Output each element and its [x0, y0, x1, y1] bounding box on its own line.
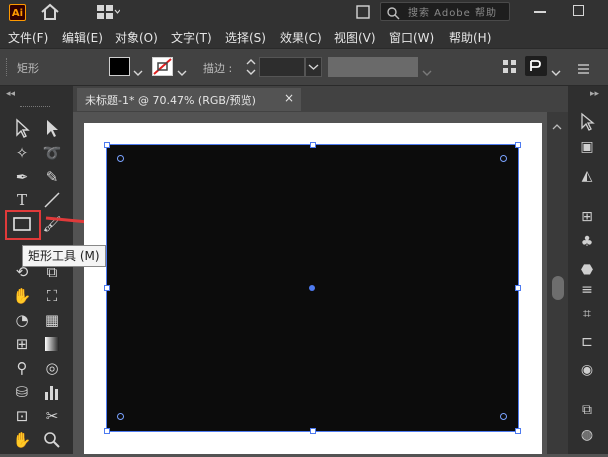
corner-radius-widget-top-left[interactable] [117, 155, 124, 162]
shape-builder-tool-icon[interactable]: ◔ [11, 309, 33, 331]
illustrator-logo: Ai [9, 4, 26, 21]
variable-width-profile-dropdown[interactable] [328, 57, 418, 77]
panel-grip [20, 106, 50, 107]
menu-help[interactable]: 帮助(H) [449, 29, 491, 46]
panel-menu-icon[interactable] [575, 60, 589, 74]
symbol-sprayer-tool-icon[interactable]: ⛁ [11, 381, 33, 403]
bbox-handle-top-center[interactable] [310, 142, 316, 148]
column-graph-tool-icon[interactable] [41, 381, 63, 403]
bbox-handle-bottom-left[interactable] [104, 428, 110, 434]
direct-selection-tool-icon[interactable] [41, 117, 63, 139]
pathfinder-panel-icon[interactable]: ◉ [577, 360, 597, 380]
brushes-panel-icon[interactable]: ♣ [577, 232, 597, 252]
close-tab-icon[interactable]: × [284, 91, 294, 105]
fill-color-swatch[interactable] [109, 57, 130, 76]
corner-radius-widget-bottom-left[interactable] [117, 413, 124, 420]
share-icon[interactable] [355, 4, 371, 20]
arrange-grid-icon[interactable] [503, 59, 517, 73]
mesh-tool-icon[interactable]: ⊞ [11, 333, 33, 355]
menu-view[interactable]: 视图(V) [334, 29, 376, 46]
collapse-panel-icon[interactable]: ◂◂ [6, 89, 15, 99]
symbols-panel-icon[interactable]: ⬣ [577, 260, 597, 280]
hand-tool-icon[interactable]: ✋ [11, 429, 33, 451]
artboard-tool-icon[interactable]: ⊡ [11, 405, 33, 427]
transform-panel-icon[interactable]: ⌗ [577, 304, 597, 324]
properties-panel-icon[interactable] [525, 56, 547, 76]
gradient-tool-icon[interactable] [41, 333, 63, 355]
menu-edit[interactable]: 编辑(E) [62, 29, 103, 46]
fill-dropdown-chevron-icon[interactable] [133, 62, 143, 76]
libraries-panel-icon[interactable]: ▣ [577, 137, 597, 157]
curvature-tool-icon[interactable]: ✎ [41, 166, 63, 188]
menu-file[interactable]: 文件(F) [8, 29, 48, 46]
blend-tool-icon[interactable]: ◎ [41, 357, 63, 379]
corner-radius-widget-bottom-right[interactable] [500, 413, 507, 420]
menu-type[interactable]: 文字(T) [171, 29, 212, 46]
corner-radius-widget-top-right[interactable] [500, 155, 507, 162]
free-transform-tool-icon[interactable]: ⛶ [41, 285, 63, 307]
profile-chevron-icon[interactable] [422, 62, 432, 76]
control-bar-grip [6, 58, 9, 76]
bbox-handle-top-left[interactable] [104, 142, 110, 148]
stroke-dropdown-chevron-icon[interactable] [177, 62, 187, 76]
help-search-placeholder: 搜索 Adobe 帮助 [408, 8, 497, 19]
properties-panel-icon[interactable] [577, 111, 597, 131]
type-tool-icon[interactable]: T [11, 189, 33, 211]
minimize-icon[interactable] [534, 11, 546, 13]
center-point[interactable] [309, 285, 315, 291]
expand-panels-icon[interactable]: ▸▸ [590, 89, 599, 99]
stroke-none-swatch[interactable] [152, 57, 173, 76]
line-segment-tool-icon[interactable] [41, 189, 63, 211]
bbox-handle-bottom-right[interactable] [515, 428, 521, 434]
menu-window[interactable]: 窗口(W) [389, 29, 434, 46]
bbox-handle-top-right[interactable] [515, 142, 521, 148]
warp-tool-icon[interactable]: ✋ [11, 285, 33, 307]
stroke-weight-input[interactable] [259, 57, 305, 77]
bbox-handle-middle-right[interactable] [515, 285, 521, 291]
scrollbar-thumb[interactable] [552, 276, 564, 300]
eyedropper-tool-icon[interactable]: ⚲ [11, 357, 33, 379]
perspective-grid-tool-icon[interactable]: ▦ [41, 309, 63, 331]
rectangle-tool-highlight [5, 210, 41, 240]
search-icon [386, 5, 400, 20]
bbox-handle-middle-left[interactable] [104, 285, 110, 291]
bbox-handle-bottom-center[interactable] [310, 428, 316, 434]
scroll-up-icon[interactable] [552, 116, 562, 130]
menu-select[interactable]: 选择(S) [225, 29, 266, 46]
zoom-tool-icon[interactable] [41, 429, 63, 451]
align-panel-icon[interactable]: ⊏ [577, 332, 597, 352]
layers-panel-icon[interactable]: ⧉ [577, 400, 597, 420]
slice-tool-icon[interactable]: ✂ [41, 405, 63, 427]
layout-grid-icon[interactable] [96, 4, 121, 20]
magic-wand-tool-icon[interactable]: ✧ [11, 142, 33, 164]
menu-effect[interactable]: 效果(C) [280, 29, 322, 46]
document-tab-title: 未标题-1* @ 70.47% (RGB/预览) [85, 94, 256, 107]
stroke-weight-stepper[interactable] [244, 57, 258, 77]
shape-type-label: 矩形 [17, 62, 39, 75]
pen-tool-icon[interactable]: ✒ [11, 166, 33, 188]
stroke-label: 描边 : [203, 62, 233, 75]
restore-icon[interactable] [573, 5, 584, 16]
swatches-panel-icon[interactable]: ⊞ [577, 207, 597, 227]
appearance-panel-icon[interactable]: ◭ [577, 166, 597, 186]
selection-tool-icon[interactable] [11, 117, 33, 139]
artboards-panel-icon[interactable]: ◍ [577, 425, 597, 445]
stroke-panel-icon[interactable]: ≡ [577, 280, 597, 300]
lasso-tool-icon[interactable]: ➰ [41, 142, 63, 164]
properties-chevron-icon[interactable] [551, 62, 561, 76]
menu-object[interactable]: 对象(O) [115, 29, 158, 46]
title-bar [0, 0, 608, 25]
rectangle-tool-tooltip: 矩形工具 (M) [22, 245, 106, 267]
home-icon[interactable] [40, 3, 60, 21]
stroke-weight-dropdown[interactable] [305, 57, 322, 77]
